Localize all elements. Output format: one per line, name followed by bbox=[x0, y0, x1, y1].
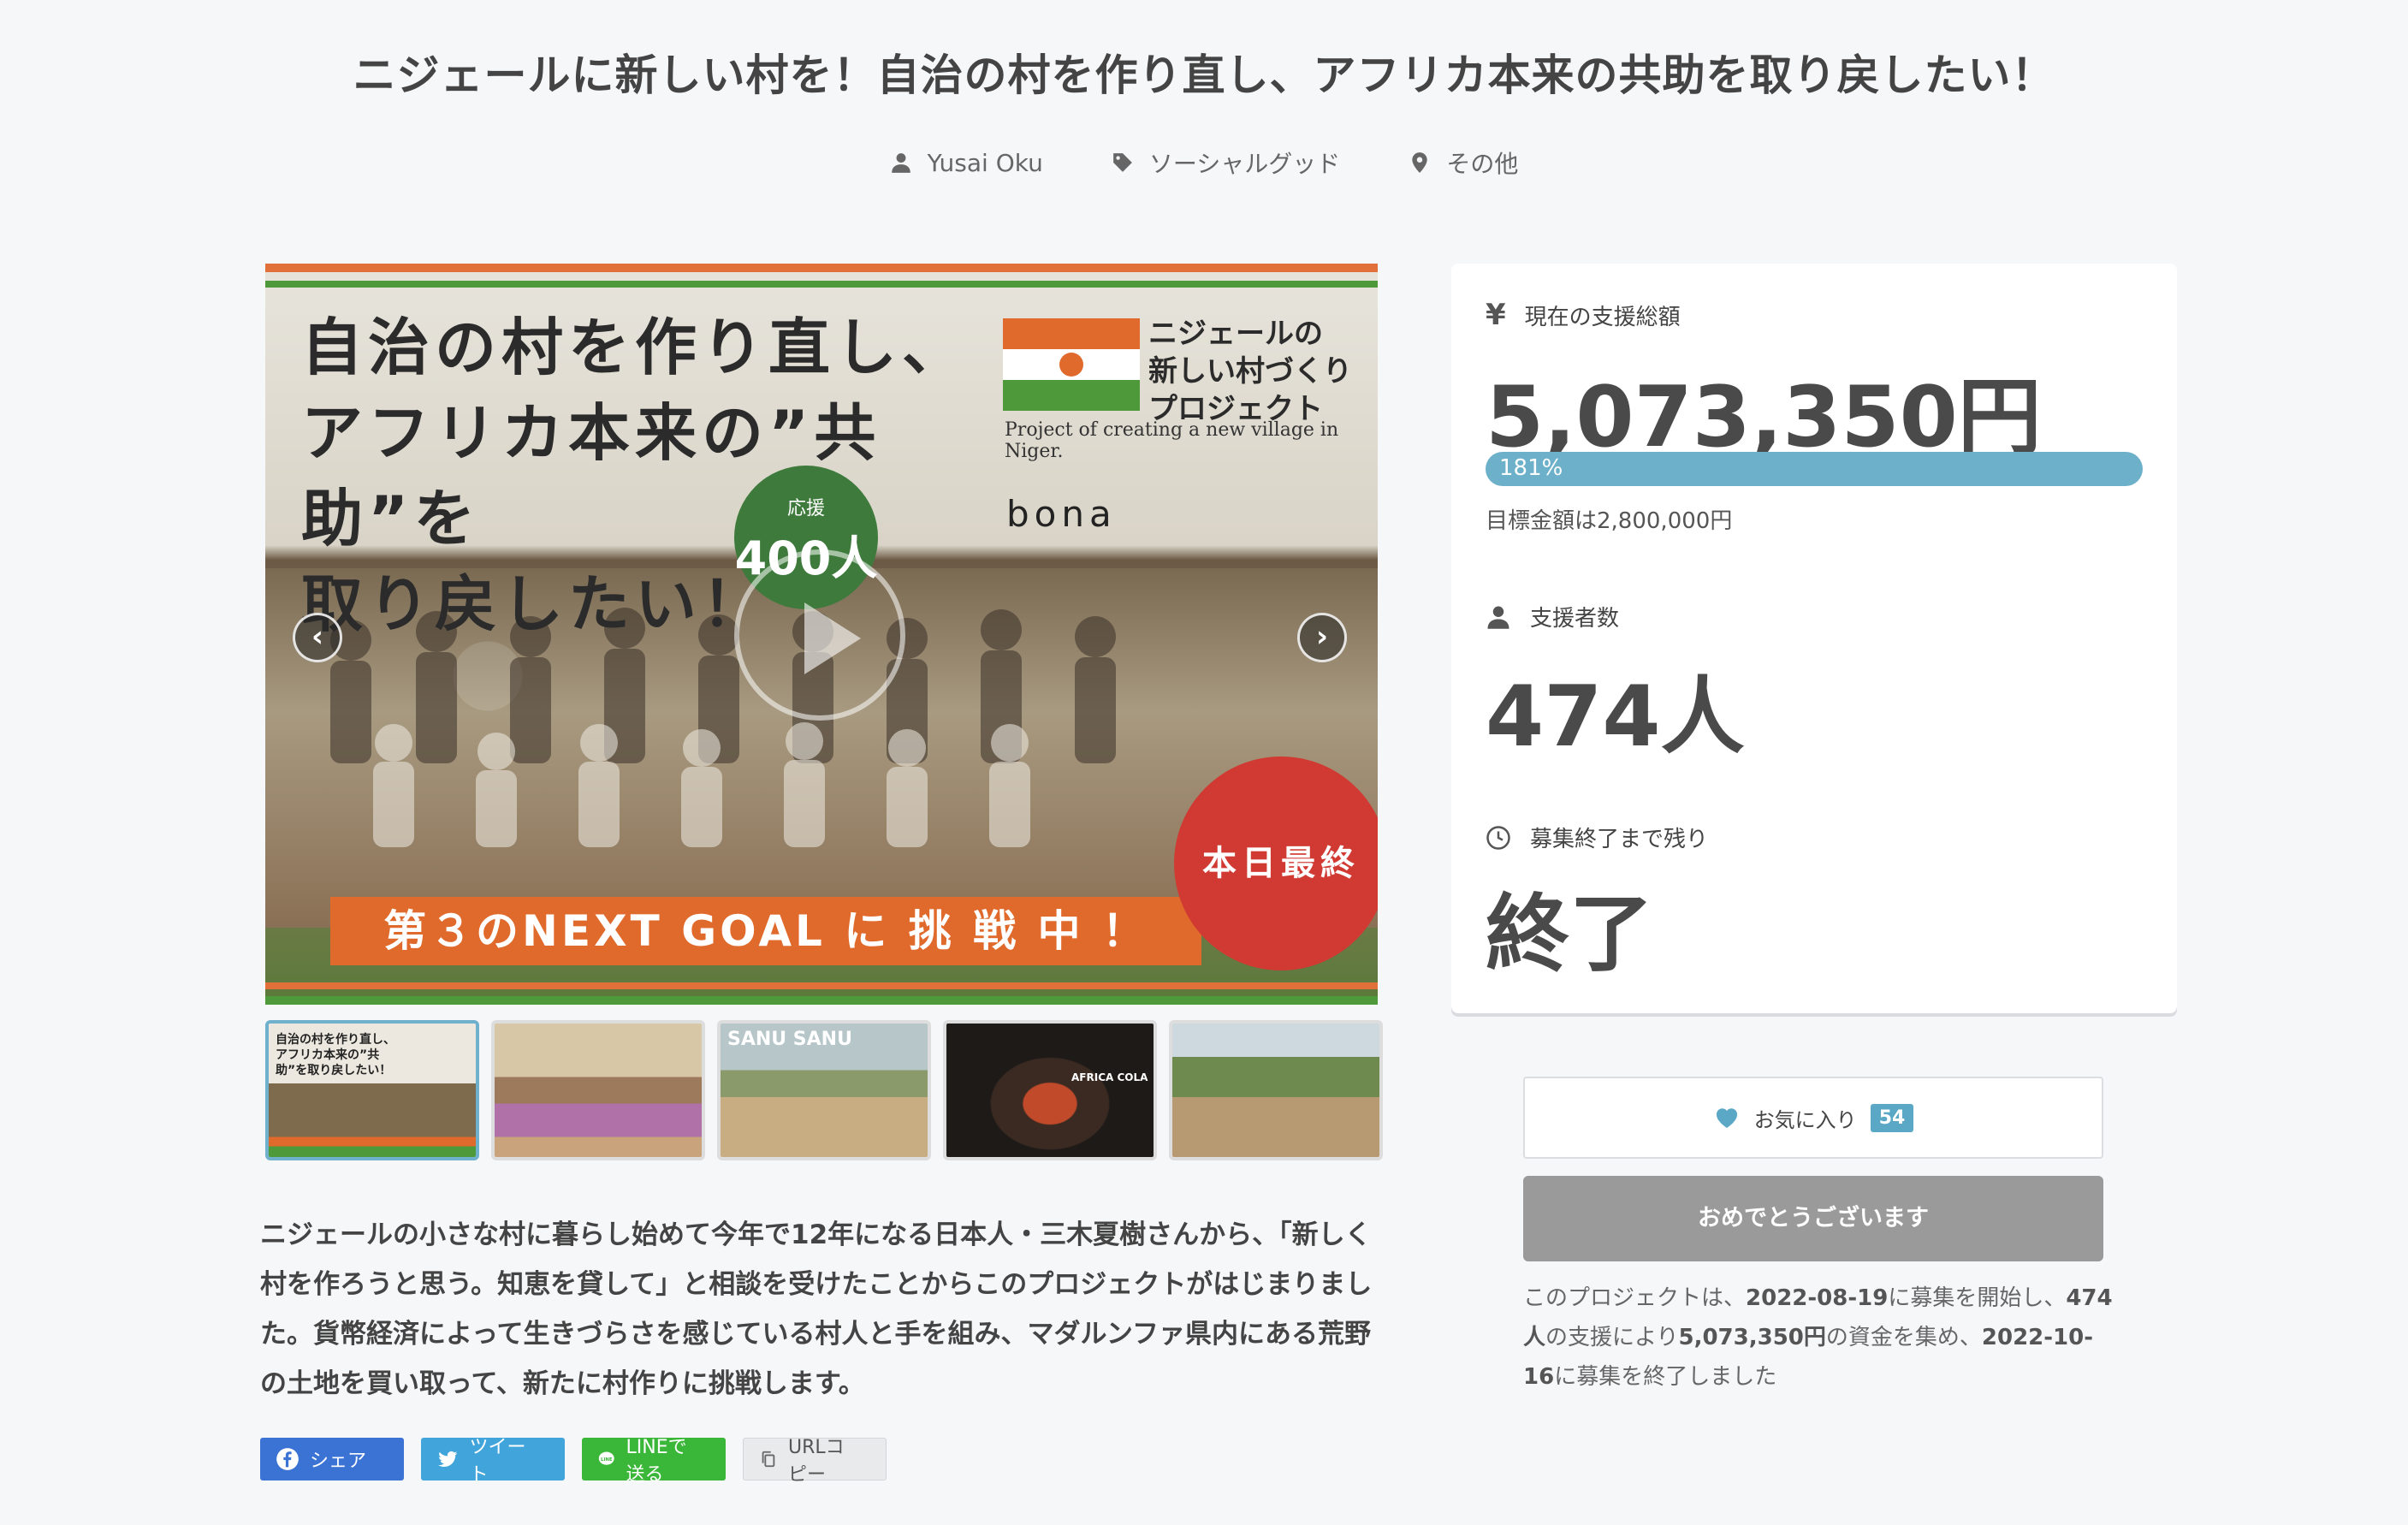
headline-line: 自治の村を作り直し、 bbox=[301, 312, 970, 383]
yen-icon: ¥ bbox=[1486, 298, 1506, 332]
summary-text: に募集を開始し、 bbox=[1888, 1285, 2067, 1311]
thumbnail-4[interactable]: AFRICA COLA bbox=[943, 1020, 1157, 1160]
remaining-label-row: 募集終了まで残り bbox=[1486, 822, 1708, 853]
facebook-icon bbox=[276, 1448, 299, 1470]
summary-text: に募集を終了しました bbox=[1554, 1364, 1777, 1390]
category-name: ソーシャルグッド bbox=[1148, 150, 1341, 178]
project-logo-text: ニジェールの 新しい村づくり プロジェクト bbox=[1148, 315, 1352, 428]
goal-amount: 目標金額は2,800,000円 bbox=[1486, 508, 1733, 534]
thumbnail-caption: SANU SANU bbox=[727, 1029, 852, 1050]
thumbnail-image bbox=[1172, 1024, 1379, 1157]
congratulations-button[interactable]: おめでとうございます bbox=[1523, 1176, 2103, 1261]
funding-progress-bar: 181% bbox=[1486, 452, 2143, 486]
facebook-share-button[interactable]: シェア bbox=[260, 1438, 404, 1480]
author-link[interactable]: Yusai Oku bbox=[890, 145, 1043, 180]
bona-logo: bona bbox=[1006, 493, 1117, 535]
play-video-button[interactable] bbox=[734, 549, 905, 721]
thumbnail-strip: 自治の村を作り直し、アフリカ本来の”共助”を取り戻したい！ SANU SANU … bbox=[265, 1020, 1383, 1160]
top-stripe-orange bbox=[265, 264, 1378, 272]
heart-icon bbox=[1716, 1108, 1737, 1128]
main-visual[interactable]: 自治の村を作り直し、 アフリカ本来の”共助”を 取り戻したい！ ニジェールの 新… bbox=[265, 264, 1378, 1005]
backers-value: 474人 bbox=[1486, 668, 1745, 766]
favorite-label: お気に入り bbox=[1753, 1107, 1857, 1132]
backers-label-row: 支援者数 bbox=[1486, 601, 1619, 632]
summary-text: の支援により bbox=[1545, 1325, 1679, 1350]
remaining-label: 募集終了まで残り bbox=[1530, 827, 1709, 852]
logo-line: ニジェールの bbox=[1148, 317, 1323, 351]
thumbnail-1[interactable]: 自治の村を作り直し、アフリカ本来の”共助”を取り戻したい！ bbox=[265, 1020, 479, 1160]
bottom-stripe-orange bbox=[265, 982, 1378, 989]
author-name: Yusai Oku bbox=[927, 148, 1043, 177]
project-meta: Yusai Oku ソーシャルグッド その他 bbox=[0, 145, 2408, 180]
line-icon: LINE bbox=[598, 1451, 614, 1465]
user-icon bbox=[891, 153, 910, 173]
svg-text:LINE: LINE bbox=[601, 1457, 613, 1463]
category-link[interactable]: ソーシャルグッド bbox=[1112, 145, 1340, 180]
next-goal-banner: 第３のNEXT GOAL に 挑 戦 中 ！ bbox=[330, 897, 1201, 965]
page-title: ニジェールに新しい村を！自治の村を作り直し、アフリカ本来の共助を取り戻したい！ bbox=[353, 50, 2055, 100]
thumbnail-caption: 自治の村を作り直し、アフリカ本来の”共助”を取り戻したい！ bbox=[276, 1033, 395, 1077]
headline-line: アフリカ本来の”共助”を bbox=[301, 397, 881, 555]
english-subtitle: Project of creating a new village in Nig… bbox=[1005, 419, 1339, 462]
start-date: 2022-08-19 bbox=[1746, 1285, 1889, 1311]
amount-label: 現在の支援総額 bbox=[1524, 304, 1681, 330]
location-link[interactable]: その他 bbox=[1409, 145, 1518, 180]
thumbnail-caption: AFRICA COLA bbox=[1071, 1071, 1148, 1083]
copy-icon bbox=[762, 1451, 775, 1468]
copy-url-label: URLコピー bbox=[787, 1437, 845, 1486]
twitter-icon bbox=[438, 1451, 458, 1467]
niger-flag-icon bbox=[1003, 318, 1140, 411]
favorite-count: 54 bbox=[1870, 1103, 1914, 1132]
bottom-stripe-green bbox=[265, 996, 1378, 1005]
summary-text: の資金を集め、 bbox=[1825, 1325, 1982, 1350]
next-slide-button[interactable]: › bbox=[1297, 613, 1347, 662]
project-summary: このプロジェクトは、2022-08-19に募集を開始し、474人の支援により5,… bbox=[1523, 1279, 2114, 1397]
summary-text: このプロジェクトは、 bbox=[1523, 1285, 1747, 1311]
thumbnail-2[interactable] bbox=[491, 1020, 705, 1160]
thumbnail-image bbox=[946, 1024, 1154, 1157]
last-day-badge: 本日最終日！ bbox=[1174, 757, 1378, 970]
progress-percent: 181% bbox=[1499, 455, 1563, 481]
logo-line: 新しい村づくり bbox=[1148, 354, 1352, 389]
favorite-button[interactable]: お気に入り 54 bbox=[1523, 1077, 2103, 1159]
thumbnail-5[interactable] bbox=[1169, 1020, 1383, 1160]
thumbnail-3[interactable]: SANU SANU bbox=[717, 1020, 931, 1160]
tag-icon bbox=[1113, 153, 1132, 172]
remaining-value: 終了 bbox=[1486, 886, 1654, 983]
badge-small-text: 応援 bbox=[786, 498, 825, 519]
amount-label-row: ¥ 現在の支援総額 bbox=[1486, 298, 1681, 332]
facebook-share-label: シェア bbox=[310, 1451, 367, 1472]
prev-slide-button[interactable]: ‹ bbox=[293, 613, 342, 662]
project-description: ニジェールの小さな村に暮らし始めて今年で12年になる日本人・三木夏樹さんから、「… bbox=[260, 1219, 1373, 1399]
summary-amount: 5,073,350円 bbox=[1678, 1325, 1826, 1350]
map-pin-icon bbox=[1412, 152, 1427, 173]
copy-url-button[interactable]: URLコピー bbox=[743, 1437, 887, 1486]
line-share-label: LINEで送る bbox=[626, 1437, 687, 1486]
clock-icon bbox=[1486, 825, 1510, 850]
user-icon bbox=[1487, 606, 1509, 629]
twitter-share-label: ツイート bbox=[469, 1437, 526, 1486]
thumbnail-image bbox=[495, 1024, 702, 1157]
share-buttons: シェア ツイート LINE LINEで送る URLコピー bbox=[260, 1437, 887, 1486]
funding-stats-panel: ¥ 現在の支援総額 5,073,350円 181% 目標金額は2,800,000… bbox=[1451, 264, 2177, 1013]
backers-label: 支援者数 bbox=[1530, 606, 1620, 632]
location-name: その他 bbox=[1446, 150, 1519, 178]
top-stripe-green bbox=[265, 281, 1378, 288]
line-share-button[interactable]: LINE LINEで送る bbox=[582, 1437, 726, 1486]
twitter-share-button[interactable]: ツイート bbox=[421, 1437, 565, 1486]
